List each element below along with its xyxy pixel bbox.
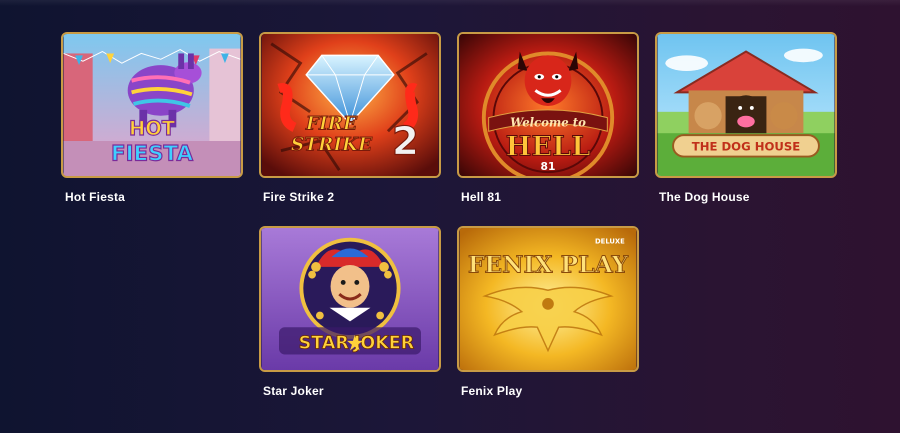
game-thumbnail-fire-strike-2[interactable]: FIRE STRIKE 2 <box>259 32 441 178</box>
art-text-star: STAR <box>299 334 350 354</box>
top-fade <box>0 0 900 6</box>
art-text-hell: HELL <box>506 131 591 163</box>
game-thumbnail-star-joker[interactable]: STAR JOKER <box>259 226 441 372</box>
art-text-joker: JOKER <box>353 334 415 354</box>
game-card-fenix-play[interactable]: DELUXE FENIX PLAY Fenix Play <box>457 226 639 420</box>
game-title-fire-strike-2[interactable]: Fire Strike 2 <box>259 190 441 204</box>
art-text-fire: FIRE <box>305 113 358 134</box>
phoenix-icon: DELUXE FENIX PLAY <box>459 228 637 370</box>
game-card-hell-81[interactable]: Welcome to HELL 81 Hell 81 <box>457 32 639 226</box>
art-text-strike: STRIKE <box>291 135 373 156</box>
art-text-81: 81 <box>541 160 556 173</box>
art-text-deluxe: DELUXE <box>595 238 625 246</box>
game-thumbnail-hot-fiesta[interactable]: HOT FIESTA <box>61 32 243 178</box>
art-text-hot: HOT <box>129 117 176 140</box>
game-card-star-joker[interactable]: STAR JOKER Star Joker <box>259 226 441 420</box>
game-card-the-dog-house[interactable]: THE DOG HOUSE The Dog House <box>655 32 837 226</box>
pinata-icon: HOT FIESTA <box>63 34 241 176</box>
game-row-2: STAR JOKER Star Joker DELUXE FENIX PLAY … <box>61 226 851 420</box>
game-grid: HOT FIESTA Hot Fiesta FIRE STRIKE 2 Fire… <box>61 32 851 420</box>
dog-icon: THE DOG HOUSE <box>657 34 835 176</box>
art-text-fiesta: FIESTA <box>111 141 193 166</box>
game-row-1: HOT FIESTA Hot Fiesta FIRE STRIKE 2 Fire… <box>61 32 851 226</box>
game-card-hot-fiesta[interactable]: HOT FIESTA Hot Fiesta <box>61 32 243 226</box>
game-thumbnail-hell-81[interactable]: Welcome to HELL 81 <box>457 32 639 178</box>
game-title-fenix-play[interactable]: Fenix Play <box>457 384 639 398</box>
art-text-fenix-play: FENIX PLAY <box>468 251 629 279</box>
art-text-two: 2 <box>392 120 419 165</box>
game-title-the-dog-house[interactable]: The Dog House <box>655 190 837 204</box>
devil-icon: Welcome to HELL 81 <box>459 34 637 176</box>
diamond-icon: FIRE STRIKE 2 <box>261 34 439 176</box>
game-thumbnail-fenix-play[interactable]: DELUXE FENIX PLAY <box>457 226 639 372</box>
game-title-hell-81[interactable]: Hell 81 <box>457 190 639 204</box>
game-thumbnail-the-dog-house[interactable]: THE DOG HOUSE <box>655 32 837 178</box>
art-text-welcome: Welcome to <box>510 115 586 129</box>
jester-icon: STAR JOKER <box>261 228 439 370</box>
game-card-fire-strike-2[interactable]: FIRE STRIKE 2 Fire Strike 2 <box>259 32 441 226</box>
game-title-star-joker[interactable]: Star Joker <box>259 384 441 398</box>
game-title-hot-fiesta[interactable]: Hot Fiesta <box>61 190 243 204</box>
art-text-dog-house: THE DOG HOUSE <box>692 140 800 154</box>
